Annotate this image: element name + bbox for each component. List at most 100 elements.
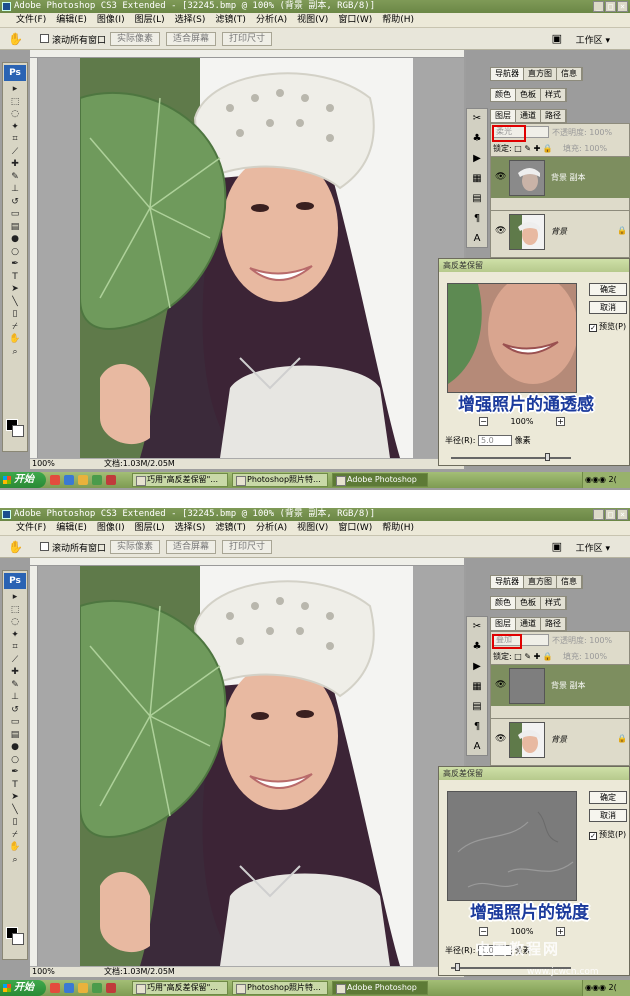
zoom-in-button[interactable]: +	[555, 927, 565, 936]
layer-row-background[interactable]: 👁 背景 🔒	[491, 210, 630, 252]
tab-paths[interactable]: 路径	[541, 110, 566, 122]
dialog-preview[interactable]	[447, 283, 577, 393]
slice-tool-icon[interactable]: ⟋	[3, 146, 27, 159]
fit-screen-button[interactable]: 适合屏幕	[166, 32, 217, 46]
print-size-button[interactable]: 打印尺寸	[222, 540, 273, 554]
status-zoom[interactable]: 100%	[32, 967, 55, 977]
document-image[interactable]	[80, 58, 413, 458]
status-doc-size[interactable]: 文档:1.03M/2.05M	[104, 459, 175, 469]
document-image[interactable]	[80, 566, 413, 966]
menu-image[interactable]: 图像(I)	[92, 13, 130, 28]
history-brush-icon[interactable]: ↺	[3, 704, 27, 717]
background-color[interactable]	[12, 933, 24, 945]
preview-checkbox[interactable]: ✓ 预览(P)	[589, 829, 626, 840]
brush-tool-icon[interactable]: ✎	[3, 171, 27, 184]
zoom-out-button[interactable]: −	[479, 927, 488, 936]
menu-select[interactable]: 选择(S)	[170, 13, 211, 28]
actual-pixels-button[interactable]: 实际像素	[110, 540, 161, 554]
actual-pixels-button[interactable]: 实际像素	[110, 32, 161, 46]
scroll-all-checkbox[interactable]	[40, 542, 49, 551]
menu-analysis[interactable]: 分析(A)	[251, 13, 292, 28]
minimize-button[interactable]: _	[593, 509, 604, 520]
lasso-tool-icon[interactable]: ◌	[3, 616, 27, 629]
paragraph-icon[interactable]: ¶	[467, 209, 487, 229]
photoshop-logo[interactable]: Ps	[4, 65, 26, 81]
menu-view[interactable]: 视图(V)	[292, 13, 333, 28]
tab-channels[interactable]: 通道	[516, 110, 541, 122]
task-item[interactable]: Photoshop照片特...	[232, 981, 328, 995]
layer-row-copy[interactable]: 👁 背景 副本	[491, 664, 630, 706]
eye-icon[interactable]: 👁	[495, 680, 506, 690]
brushes-icon[interactable]: ♣	[467, 129, 487, 149]
menu-layer[interactable]: 图层(L)	[130, 521, 170, 536]
status-doc-size[interactable]: 文档:1.03M/2.05M	[104, 967, 175, 977]
tab-navigator[interactable]: 导航器	[491, 68, 524, 80]
fit-screen-button[interactable]: 适合屏幕	[166, 540, 217, 554]
gradient-tool-icon[interactable]: ▤	[3, 221, 27, 234]
move-tool-icon[interactable]: ▸	[3, 591, 27, 604]
menu-analysis[interactable]: 分析(A)	[251, 521, 292, 536]
menu-layer[interactable]: 图层(L)	[130, 13, 170, 28]
layer-row-background[interactable]: 👁 背景 🔒	[491, 718, 630, 760]
menu-image[interactable]: 图像(I)	[92, 521, 130, 536]
layer-row-copy[interactable]: 👁 背景 副本	[491, 156, 630, 198]
type-tool-icon[interactable]: T	[3, 271, 27, 284]
tool-presets-icon[interactable]: ✂	[467, 109, 487, 129]
eraser-tool-icon[interactable]: ▭	[3, 716, 27, 729]
tab-layers[interactable]: 图层	[491, 110, 516, 122]
healing-brush-icon[interactable]: ✚	[3, 158, 27, 171]
ok-button[interactable]: 确定	[589, 791, 627, 804]
menu-edit[interactable]: 编辑(E)	[51, 521, 92, 536]
quicklaunch-icon[interactable]	[106, 475, 116, 485]
tab-swatches[interactable]: 色板	[516, 89, 541, 101]
layer-comps-icon[interactable]: ▤	[467, 697, 487, 717]
dodge-tool-icon[interactable]: ○	[3, 246, 27, 259]
move-tool-icon[interactable]: ▸	[3, 83, 27, 96]
pen-tool-icon[interactable]: ✒	[3, 766, 27, 779]
background-color[interactable]	[12, 425, 24, 437]
menu-select[interactable]: 选择(S)	[170, 521, 211, 536]
hand-tool-icon[interactable]: ✋	[8, 540, 23, 554]
workspace-icon[interactable]: ▣	[552, 32, 562, 45]
zoom-in-button[interactable]: +	[555, 417, 565, 426]
quicklaunch-icon[interactable]	[92, 475, 102, 485]
start-button[interactable]: 开始	[0, 472, 46, 488]
task-item[interactable]: 巧用"高反差保留"...	[132, 981, 228, 995]
start-button[interactable]: 开始	[0, 980, 46, 996]
dodge-tool-icon[interactable]: ○	[3, 754, 27, 767]
eye-icon[interactable]: 👁	[495, 226, 506, 236]
menu-filter[interactable]: 滤镜(T)	[210, 13, 251, 28]
lock-icons[interactable]: □ ✎ ✚ 🔒	[514, 652, 553, 661]
quicklaunch-icon[interactable]	[50, 475, 60, 485]
history-brush-icon[interactable]: ↺	[3, 196, 27, 209]
paragraph-icon[interactable]: ¶	[467, 717, 487, 737]
eyedropper-icon[interactable]: ⌿	[3, 321, 27, 334]
hand-tool-icon[interactable]: ✋	[3, 333, 27, 346]
lasso-tool-icon[interactable]: ◌	[3, 108, 27, 121]
radius-slider[interactable]	[451, 453, 571, 461]
task-item[interactable]: 巧用"高反差保留"...	[132, 473, 228, 487]
cancel-button[interactable]: 取消	[589, 301, 627, 314]
slice-tool-icon[interactable]: ⟋	[3, 654, 27, 667]
healing-brush-icon[interactable]: ✚	[3, 666, 27, 679]
tool-presets-icon[interactable]: ✂	[467, 617, 487, 637]
type-tool-icon[interactable]: T	[3, 779, 27, 792]
tab-styles[interactable]: 样式	[541, 597, 566, 609]
menu-view[interactable]: 视图(V)	[292, 521, 333, 536]
clone-stamp-icon[interactable]: ⊥	[3, 183, 27, 196]
quicklaunch-icon[interactable]	[106, 983, 116, 993]
blur-tool-icon[interactable]: ●	[3, 741, 27, 754]
tray-icons[interactable]: ◉◉◉	[585, 983, 608, 992]
fill-control[interactable]: 填充: 100%	[563, 651, 607, 662]
menu-filter[interactable]: 滤镜(T)	[210, 521, 251, 536]
crop-tool-icon[interactable]: ⌗	[3, 133, 27, 146]
opacity-control[interactable]: 不透明度: 100%	[552, 127, 612, 138]
dialog-preview[interactable]	[447, 791, 577, 901]
task-item-active[interactable]: Adobe Photoshop	[332, 981, 428, 995]
clone-stamp-icon[interactable]: ⊥	[3, 691, 27, 704]
hand-tool-icon[interactable]: ✋	[3, 841, 27, 854]
character-icon[interactable]: A	[467, 737, 487, 757]
hand-tool-icon[interactable]: ✋	[8, 32, 23, 46]
actions-icon[interactable]: ▶	[467, 657, 487, 677]
magic-wand-icon[interactable]: ✦	[3, 121, 27, 134]
